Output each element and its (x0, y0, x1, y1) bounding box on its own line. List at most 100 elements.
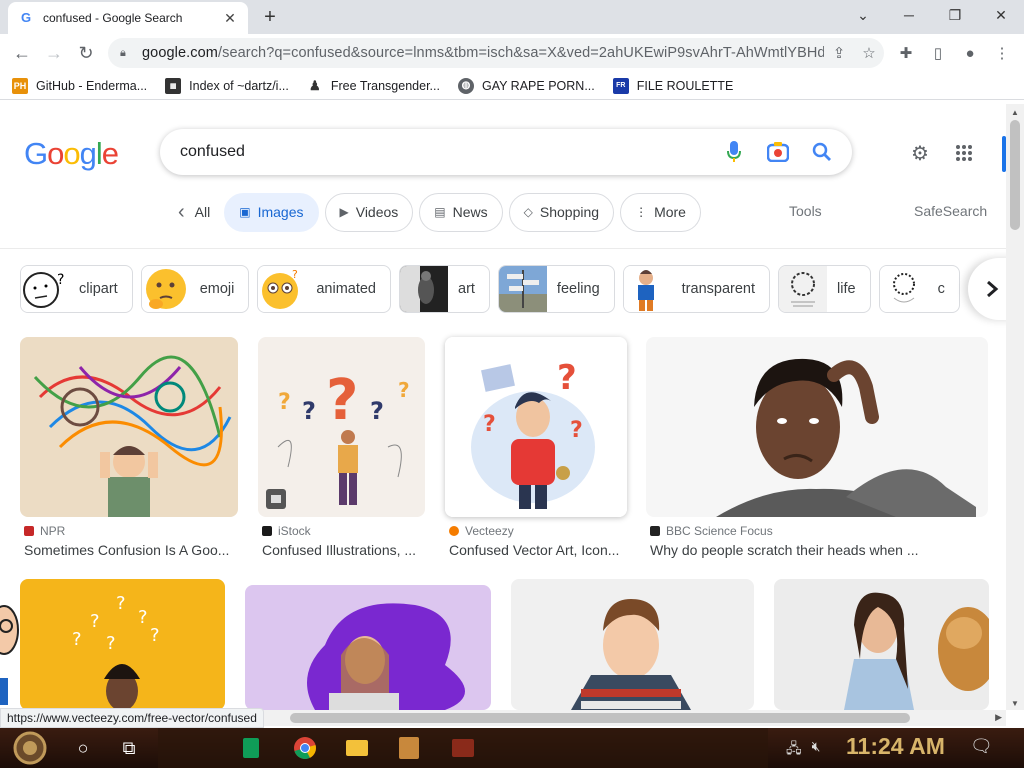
result-card[interactable]: ? ? ? ? ? iStock Confused Illustrations,… (258, 337, 425, 567)
hscroll-thumb[interactable] (290, 713, 910, 723)
result-image-yellow[interactable]: ?????? (20, 579, 225, 710)
tools-button[interactable]: Tools (789, 203, 822, 219)
result-card[interactable]: NPR Sometimes Confusion Is A Goo... (20, 337, 238, 567)
cortana-circle-icon[interactable]: ○ (60, 728, 106, 768)
share-icon[interactable]: ⇪ (824, 38, 854, 68)
bookmark-index[interactable]: ▦ Index of ~dartz/i... (165, 77, 289, 94)
result-image-boy[interactable] (511, 579, 754, 710)
apps-grid-icon[interactable] (942, 138, 986, 168)
chip-art[interactable]: art (399, 265, 490, 313)
sheets-app-icon[interactable] (228, 728, 274, 768)
side-panel-icon[interactable]: ▯ (922, 37, 954, 69)
result-title[interactable]: Why do people scratch their heads when .… (650, 542, 988, 558)
tab-search-chevron-icon[interactable]: ⌄ (840, 0, 886, 30)
game-app-icon[interactable] (386, 728, 432, 768)
url-text: google.com/search?q=confused&source=lnms… (142, 45, 824, 61)
scroll-thumb[interactable] (1010, 120, 1020, 230)
svg-text:?: ? (483, 412, 496, 437)
chrome-app-icon[interactable] (282, 728, 328, 768)
task-view-icon[interactable]: ⧉ (106, 728, 152, 768)
file-roulette-icon: FR (612, 77, 629, 94)
browser-tab[interactable]: G confused - Google Search ✕ (8, 2, 248, 34)
chip-clipart[interactable]: ? clipart (20, 265, 133, 313)
svg-text:?: ? (326, 368, 358, 433)
chip-partial[interactable]: c (878, 265, 960, 313)
clock[interactable]: 11:24 AM (846, 733, 945, 760)
ph-icon: PH (12, 77, 28, 94)
menu-kebab-icon[interactable]: ⋮ (986, 37, 1018, 69)
tab-all[interactable]: ‹ All (170, 193, 218, 232)
result-title[interactable]: Confused Vector Art, Icon... (449, 542, 627, 558)
tab-shopping[interactable]: ◇ Shopping (508, 192, 615, 232)
svg-text:?: ? (57, 272, 64, 288)
volume-muted-icon[interactable]: 🔇︎ (812, 738, 821, 762)
notifications-icon[interactable]: 🗨︎ (970, 736, 993, 757)
file-explorer-icon[interactable] (334, 728, 380, 768)
search-box[interactable]: confused (160, 129, 852, 175)
chip-emoji[interactable]: emoji (140, 265, 250, 313)
extensions-puzzle-icon[interactable]: ✚ (890, 37, 922, 69)
svg-text:?: ? (570, 418, 583, 443)
vecteezy-favicon-icon (449, 526, 459, 536)
search-icon[interactable] (800, 130, 844, 174)
bookmark-star-icon[interactable]: ☆ (854, 38, 884, 68)
tab-more[interactable]: ⋮ More (620, 192, 701, 232)
svg-text:?: ? (106, 633, 116, 654)
search-input[interactable]: confused (180, 143, 712, 161)
minimize-button[interactable]: ─ (886, 0, 932, 30)
settings-gear-icon[interactable]: ⚙ (898, 138, 942, 168)
scroll-down-icon[interactable]: ▼ (1011, 699, 1019, 708)
profile-avatar-icon[interactable]: ● (954, 37, 986, 69)
chip-transparent[interactable]: transparent (622, 265, 771, 313)
source-label: BBC Science Focus (666, 524, 773, 538)
result-image-npr[interactable] (20, 337, 238, 517)
scroll-right-icon[interactable]: ▶ (995, 712, 1002, 723)
tab-images[interactable]: ▣ Images (224, 192, 319, 232)
bookmarks-bar: PH GitHub - Enderma... ▦ Index of ~dartz… (0, 72, 1024, 100)
chip-label: emoji (199, 281, 235, 297)
app-icon-red[interactable] (440, 728, 486, 768)
voice-search-icon[interactable] (712, 130, 756, 174)
result-title[interactable]: Confused Illustrations, ... (262, 542, 425, 558)
tab-label: Videos (355, 204, 399, 220)
lens-camera-icon[interactable] (756, 130, 800, 174)
google-logo[interactable]: Google (24, 136, 119, 172)
address-bar[interactable]: 🔒︎ google.com/search?q=confused&source=l… (108, 38, 884, 68)
result-title[interactable]: Sometimes Confusion Is A Goo... (24, 542, 238, 558)
safesearch-button[interactable]: SafeSearch (914, 203, 987, 219)
tab-news[interactable]: ▤ News (419, 192, 503, 232)
forward-button[interactable]: → (38, 37, 70, 69)
bookmark-globe[interactable]: ◍ GAY RAPE PORN... (457, 77, 595, 94)
vertical-scrollbar[interactable]: ▲ ▼ (1006, 104, 1024, 710)
back-button[interactable]: ← (6, 37, 38, 69)
news-icon: ▤ (434, 205, 446, 219)
restore-button[interactable]: ❐ (932, 0, 978, 30)
result-card[interactable]: BBC Science Focus Why do people scratch … (646, 337, 988, 567)
chip-feeling[interactable]: feeling (497, 265, 615, 313)
tab-label: All (194, 204, 211, 220)
result-image-bbc[interactable] (646, 337, 988, 517)
lock-icon[interactable]: 🔒︎ (120, 47, 134, 60)
result-image-istock[interactable]: ? ? ? ? ? (258, 337, 425, 517)
chip-label: c (937, 281, 945, 297)
result-card[interactable]: ? ? ? Vecteezy Confused Vector Art, Icon… (445, 337, 627, 567)
scroll-up-icon[interactable]: ▲ (1011, 108, 1019, 117)
result-image-purple[interactable] (245, 585, 491, 710)
reload-button[interactable]: ↻ (70, 37, 102, 69)
new-tab-button[interactable]: + (258, 6, 282, 28)
bbc-favicon-icon (650, 526, 660, 536)
tab-videos[interactable]: ▶ Videos (324, 192, 414, 232)
bookmark-file-roulette[interactable]: FR FILE ROULETTE (612, 77, 733, 94)
result-image-vecteezy[interactable]: ? ? ? (445, 337, 627, 517)
start-button[interactable] (0, 728, 60, 768)
bookmark-github[interactable]: PH GitHub - Enderma... (12, 77, 147, 94)
close-tab-icon[interactable]: ✕ (222, 10, 238, 26)
chip-animated[interactable]: ? animated (257, 265, 391, 313)
result-image-woman-hamster[interactable] (774, 579, 989, 710)
svg-text:?: ? (292, 268, 298, 281)
close-window-button[interactable]: ✕ (978, 0, 1024, 30)
chip-life[interactable]: life (778, 265, 871, 313)
svg-text:?: ? (398, 378, 410, 402)
network-icon[interactable]: 🖧︎ (786, 738, 802, 762)
bookmark-transgender[interactable]: ♟ Free Transgender... (306, 77, 440, 94)
